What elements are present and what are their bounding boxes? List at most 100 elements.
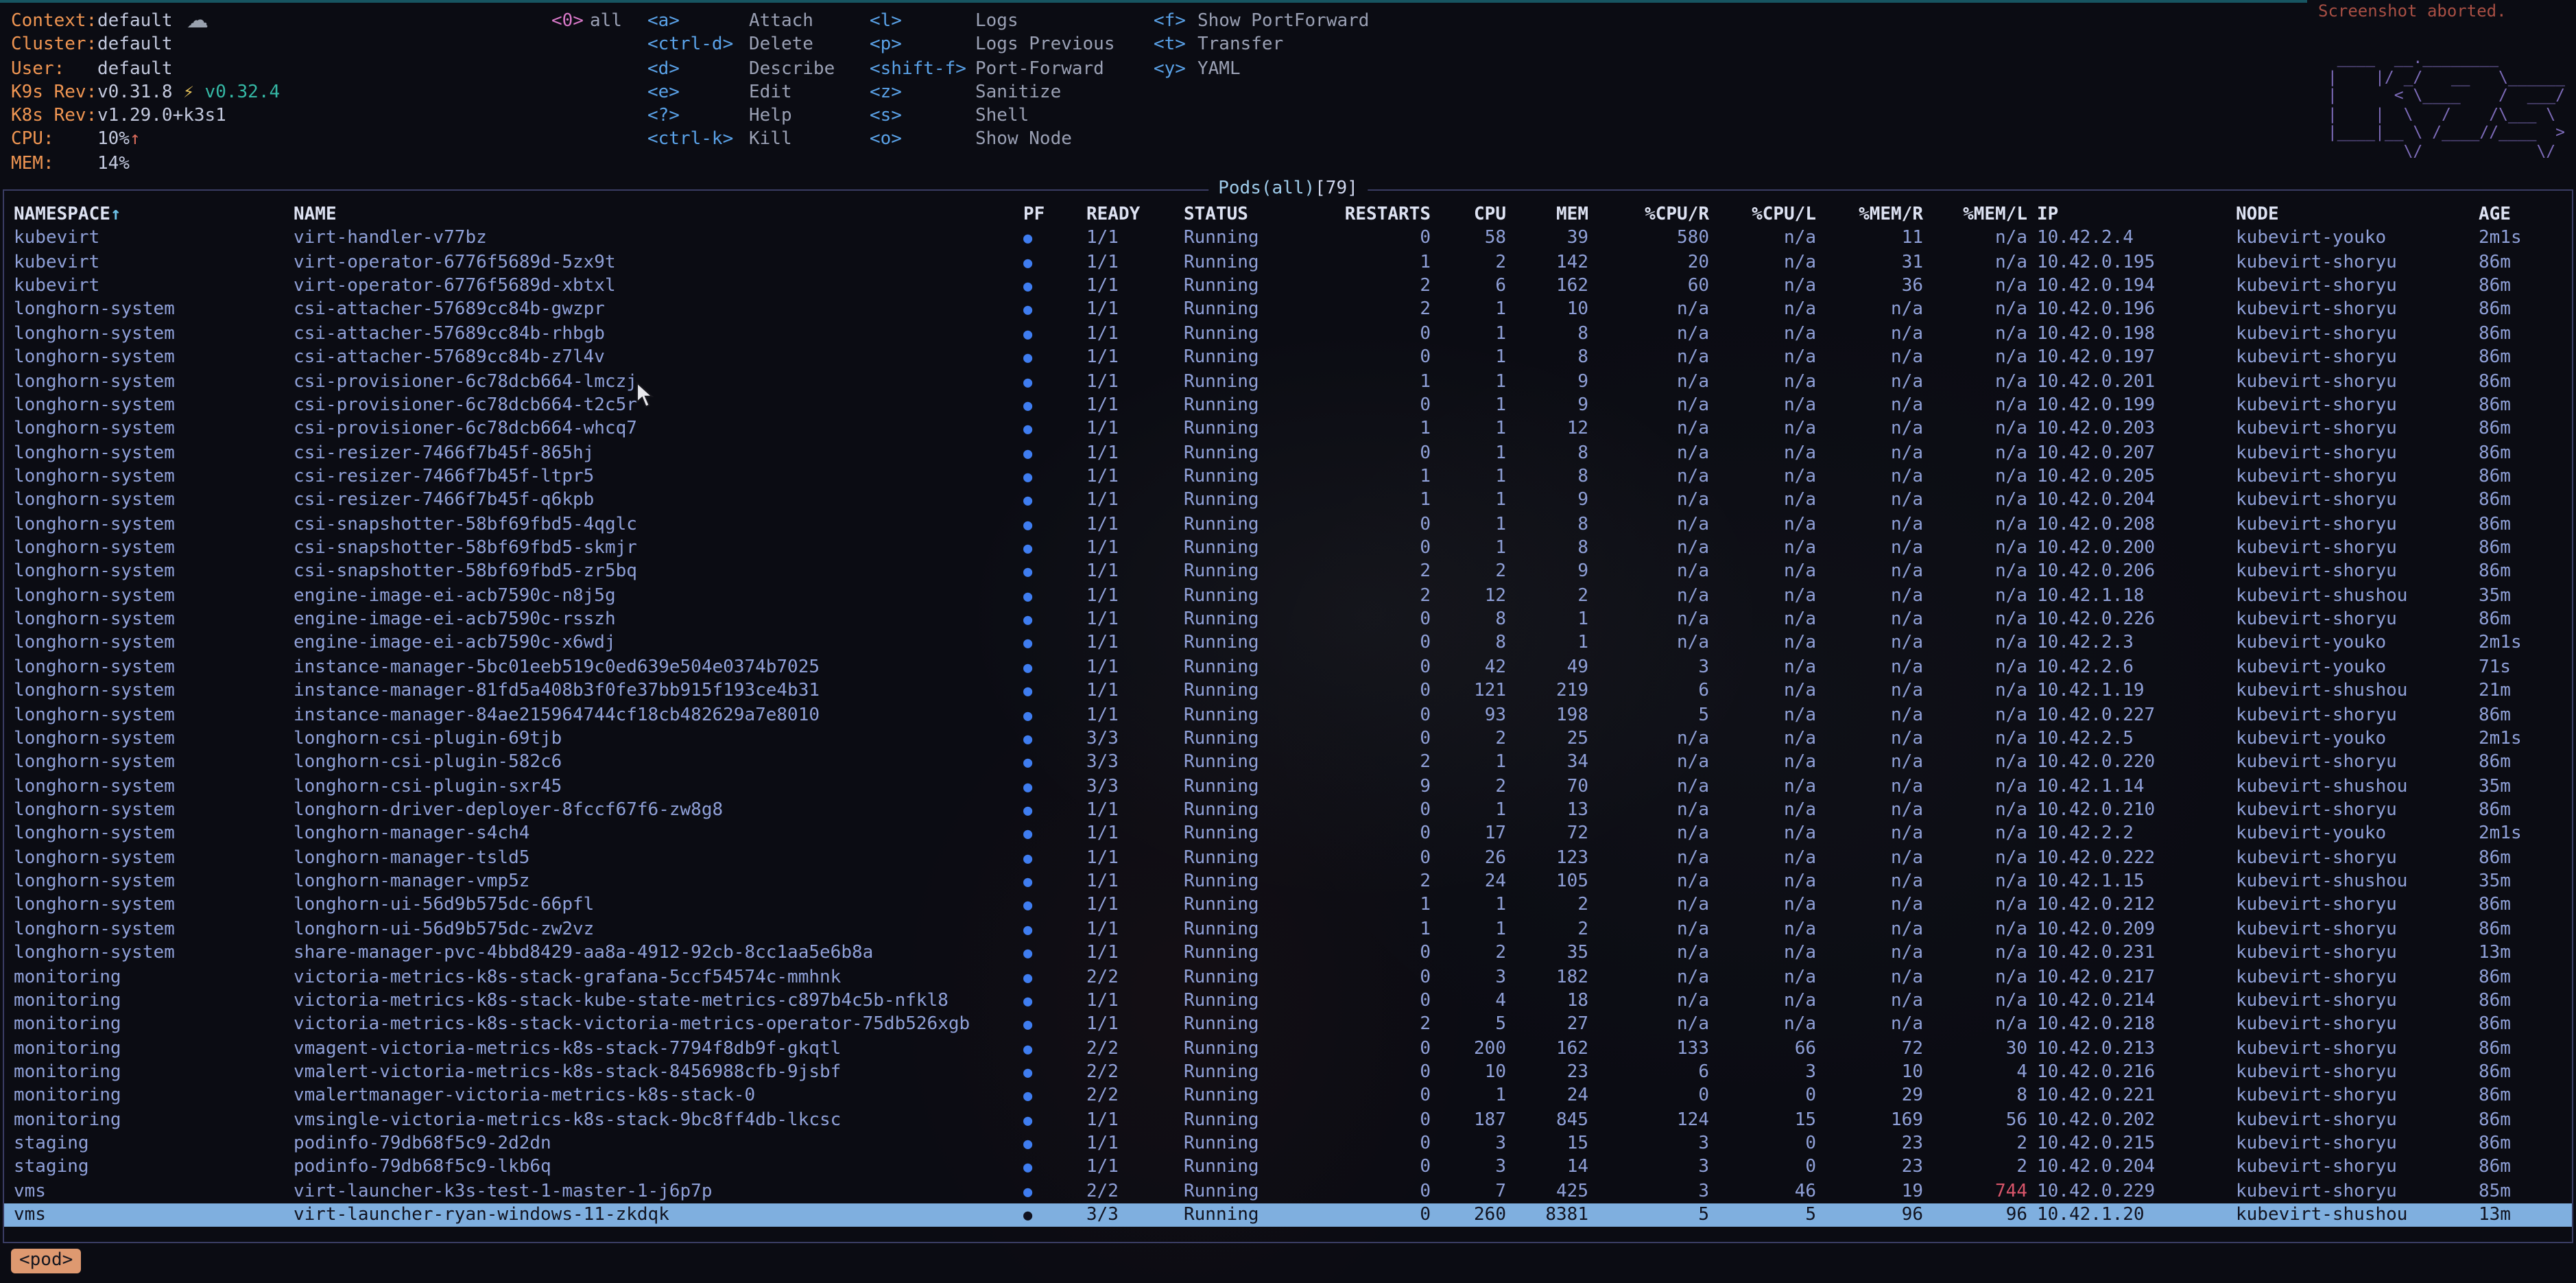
- cell-cpu_l: n/a: [1709, 274, 1816, 298]
- info-label: User:: [11, 57, 97, 81]
- pod-row[interactable]: stagingpodinfo-79db68f5c9-2d2dn●1/1Runni…: [4, 1132, 2572, 1156]
- cell-mem_l: n/a: [1923, 941, 2027, 965]
- pod-row[interactable]: longhorn-systemcsi-snapshotter-58bf69fbd…: [4, 513, 2572, 537]
- pod-row[interactable]: kubevirtvirt-handler-v77bz●1/1Running058…: [4, 227, 2572, 251]
- pod-row[interactable]: longhorn-systemcsi-snapshotter-58bf69fbd…: [4, 537, 2572, 561]
- cell-cpu_l: n/a: [1709, 346, 1816, 370]
- col-header-ready: READY: [1086, 203, 1184, 227]
- cell-mem: 25: [1506, 727, 1588, 751]
- info-value: 10%: [97, 130, 130, 150]
- pod-row[interactable]: longhorn-systemcsi-provisioner-6c78dcb66…: [4, 370, 2572, 394]
- cell-mem_r: n/a: [1816, 965, 1923, 989]
- cell-name: vmalertmanager-victoria-metrics-k8s-stac…: [294, 1085, 1015, 1109]
- cell-restarts: 0: [1341, 1085, 1431, 1109]
- cell-name: csi-resizer-7466f7b45f-q6kpb: [294, 489, 1015, 513]
- pod-row[interactable]: longhorn-systeminstance-manager-5bc01eeb…: [4, 656, 2572, 680]
- pod-row[interactable]: monitoringvmalert-victoria-metrics-k8s-s…: [4, 1061, 2572, 1085]
- cell-ready: 1/1: [1086, 799, 1184, 823]
- cell-mem_r: n/a: [1816, 679, 1923, 703]
- pod-row[interactable]: longhorn-systemcsi-attacher-57689cc84b-z…: [4, 346, 2572, 370]
- cell-cpu: 17: [1431, 823, 1506, 847]
- cell-cpu_r: n/a: [1588, 941, 1709, 965]
- cell-name: vmagent-victoria-metrics-k8s-stack-7794f…: [294, 1037, 1015, 1061]
- pod-row[interactable]: vmsvirt-launcher-ryan-windows-11-zkdqk●3…: [4, 1203, 2572, 1227]
- pod-row[interactable]: longhorn-systemcsi-resizer-7466f7b45f-q6…: [4, 489, 2572, 513]
- pod-row[interactable]: longhorn-systemlonghorn-manager-tsld5●1/…: [4, 846, 2572, 870]
- cell-cpu: 1: [1431, 799, 1506, 823]
- cell-namespace: longhorn-system: [14, 918, 294, 942]
- cell-restarts: 0: [1341, 823, 1431, 847]
- pod-row[interactable]: longhorn-systemlonghorn-ui-56d9b575dc-66…: [4, 894, 2572, 918]
- pod-row[interactable]: longhorn-systemengine-image-ei-acb7590c-…: [4, 608, 2572, 632]
- hotkey-label: Show Node: [975, 130, 1072, 150]
- cell-cpu: 3: [1431, 965, 1506, 989]
- cell-cpu: 2: [1431, 250, 1506, 274]
- pod-row[interactable]: longhorn-systemlonghorn-csi-plugin-69tjb…: [4, 727, 2572, 751]
- cell-cpu_l: n/a: [1709, 608, 1816, 632]
- col-header-age: AGE: [2479, 203, 2572, 227]
- cell-mem: 8: [1506, 465, 1588, 489]
- col-header-mem_l: %MEM/L: [1923, 203, 2027, 227]
- pod-row[interactable]: longhorn-systemcsi-attacher-57689cc84b-g…: [4, 298, 2572, 322]
- pod-row[interactable]: longhorn-systemengine-image-ei-acb7590c-…: [4, 632, 2572, 656]
- cell-restarts: 0: [1341, 941, 1431, 965]
- cell-ready: 1/1: [1086, 1108, 1184, 1132]
- cell-restarts: 0: [1341, 1203, 1431, 1227]
- cell-mem_l: 2: [1923, 1132, 2027, 1156]
- pod-row[interactable]: longhorn-systemcsi-resizer-7466f7b45f-86…: [4, 441, 2572, 465]
- cell-pf: ●: [1015, 918, 1086, 942]
- pod-row[interactable]: longhorn-systemcsi-provisioner-6c78dcb66…: [4, 394, 2572, 418]
- pod-row[interactable]: stagingpodinfo-79db68f5c9-lkb6q●1/1Runni…: [4, 1156, 2572, 1180]
- pod-row[interactable]: longhorn-systemlonghorn-manager-vmp5z●1/…: [4, 870, 2572, 894]
- pod-row[interactable]: monitoringvictoria-metrics-k8s-stack-vic…: [4, 1013, 2572, 1037]
- cell-ready: 1/1: [1086, 513, 1184, 537]
- cell-mem_l: n/a: [1923, 823, 2027, 847]
- pod-row[interactable]: kubevirtvirt-operator-6776f5689d-5zx9t●1…: [4, 250, 2572, 274]
- pod-row[interactable]: monitoringvmalertmanager-victoria-metric…: [4, 1085, 2572, 1109]
- cell-mem_r: n/a: [1816, 561, 1923, 585]
- pod-row[interactable]: monitoringvmsingle-victoria-metrics-k8s-…: [4, 1108, 2572, 1132]
- pod-row[interactable]: longhorn-systemlonghorn-manager-s4ch4●1/…: [4, 823, 2572, 847]
- pod-row[interactable]: longhorn-systemcsi-snapshotter-58bf69fbd…: [4, 561, 2572, 585]
- hotkey-label: YAML: [1197, 58, 1241, 79]
- pod-row[interactable]: longhorn-systeminstance-manager-84ae2159…: [4, 703, 2572, 727]
- pod-row[interactable]: longhorn-systemcsi-resizer-7466f7b45f-lt…: [4, 465, 2572, 489]
- cell-cpu_r: n/a: [1588, 870, 1709, 894]
- pod-row[interactable]: longhorn-systemlonghorn-ui-56d9b575dc-zw…: [4, 918, 2572, 942]
- pod-row[interactable]: longhorn-systemcsi-attacher-57689cc84b-r…: [4, 322, 2572, 346]
- cell-status: Running: [1184, 322, 1341, 346]
- pod-row[interactable]: longhorn-systemlonghorn-csi-plugin-582c6…: [4, 751, 2572, 775]
- cell-node: kubevirt-shoryu: [2236, 417, 2469, 441]
- cell-age: 86m: [2479, 1013, 2572, 1037]
- cell-namespace: staging: [14, 1132, 294, 1156]
- pod-row[interactable]: vmsvirt-launcher-k3s-test-1-master-1-j6p…: [4, 1179, 2572, 1203]
- pod-row[interactable]: kubevirtvirt-operator-6776f5689d-xbtxl●1…: [4, 274, 2572, 298]
- cell-cpu: 1: [1431, 918, 1506, 942]
- cell-namespace: monitoring: [14, 989, 294, 1013]
- cell-namespace: staging: [14, 1156, 294, 1180]
- cell-cpu_r: n/a: [1588, 727, 1709, 751]
- cell-node: kubevirt-shoryu: [2236, 846, 2469, 870]
- pod-row[interactable]: monitoringvmagent-victoria-metrics-k8s-s…: [4, 1037, 2572, 1061]
- pod-row[interactable]: monitoringvictoria-metrics-k8s-stack-kub…: [4, 989, 2572, 1013]
- cell-cpu: 1: [1431, 489, 1506, 513]
- cell-ready: 1/1: [1086, 489, 1184, 513]
- pod-row[interactable]: longhorn-systemlonghorn-csi-plugin-sxr45…: [4, 775, 2572, 799]
- upgrade-version: v0.32.4: [194, 82, 280, 103]
- info-line: Cluster:default: [11, 34, 280, 58]
- pod-row[interactable]: monitoringvictoria-metrics-k8s-stack-gra…: [4, 965, 2572, 989]
- pod-row[interactable]: longhorn-systemlonghorn-driver-deployer-…: [4, 799, 2572, 823]
- cell-mem: 198: [1506, 703, 1588, 727]
- pod-row[interactable]: longhorn-systemcsi-provisioner-6c78dcb66…: [4, 417, 2572, 441]
- cell-mem: 23: [1506, 1061, 1588, 1085]
- hotkey-label: Transfer: [1197, 35, 1283, 56]
- cell-name: csi-snapshotter-58bf69fbd5-zr5bq: [294, 561, 1015, 585]
- pod-row[interactable]: longhorn-systemengine-image-ei-acb7590c-…: [4, 585, 2572, 609]
- cell-status: Running: [1184, 656, 1341, 680]
- pod-row[interactable]: longhorn-systeminstance-manager-81fd5a40…: [4, 679, 2572, 703]
- cell-ip: 10.42.0.204: [2037, 489, 2236, 513]
- cell-pf: ●: [1015, 322, 1086, 346]
- col-header-ip: IP: [2037, 203, 2236, 227]
- pod-row[interactable]: longhorn-systemshare-manager-pvc-4bbd842…: [4, 941, 2572, 965]
- cell-namespace: longhorn-system: [14, 679, 294, 703]
